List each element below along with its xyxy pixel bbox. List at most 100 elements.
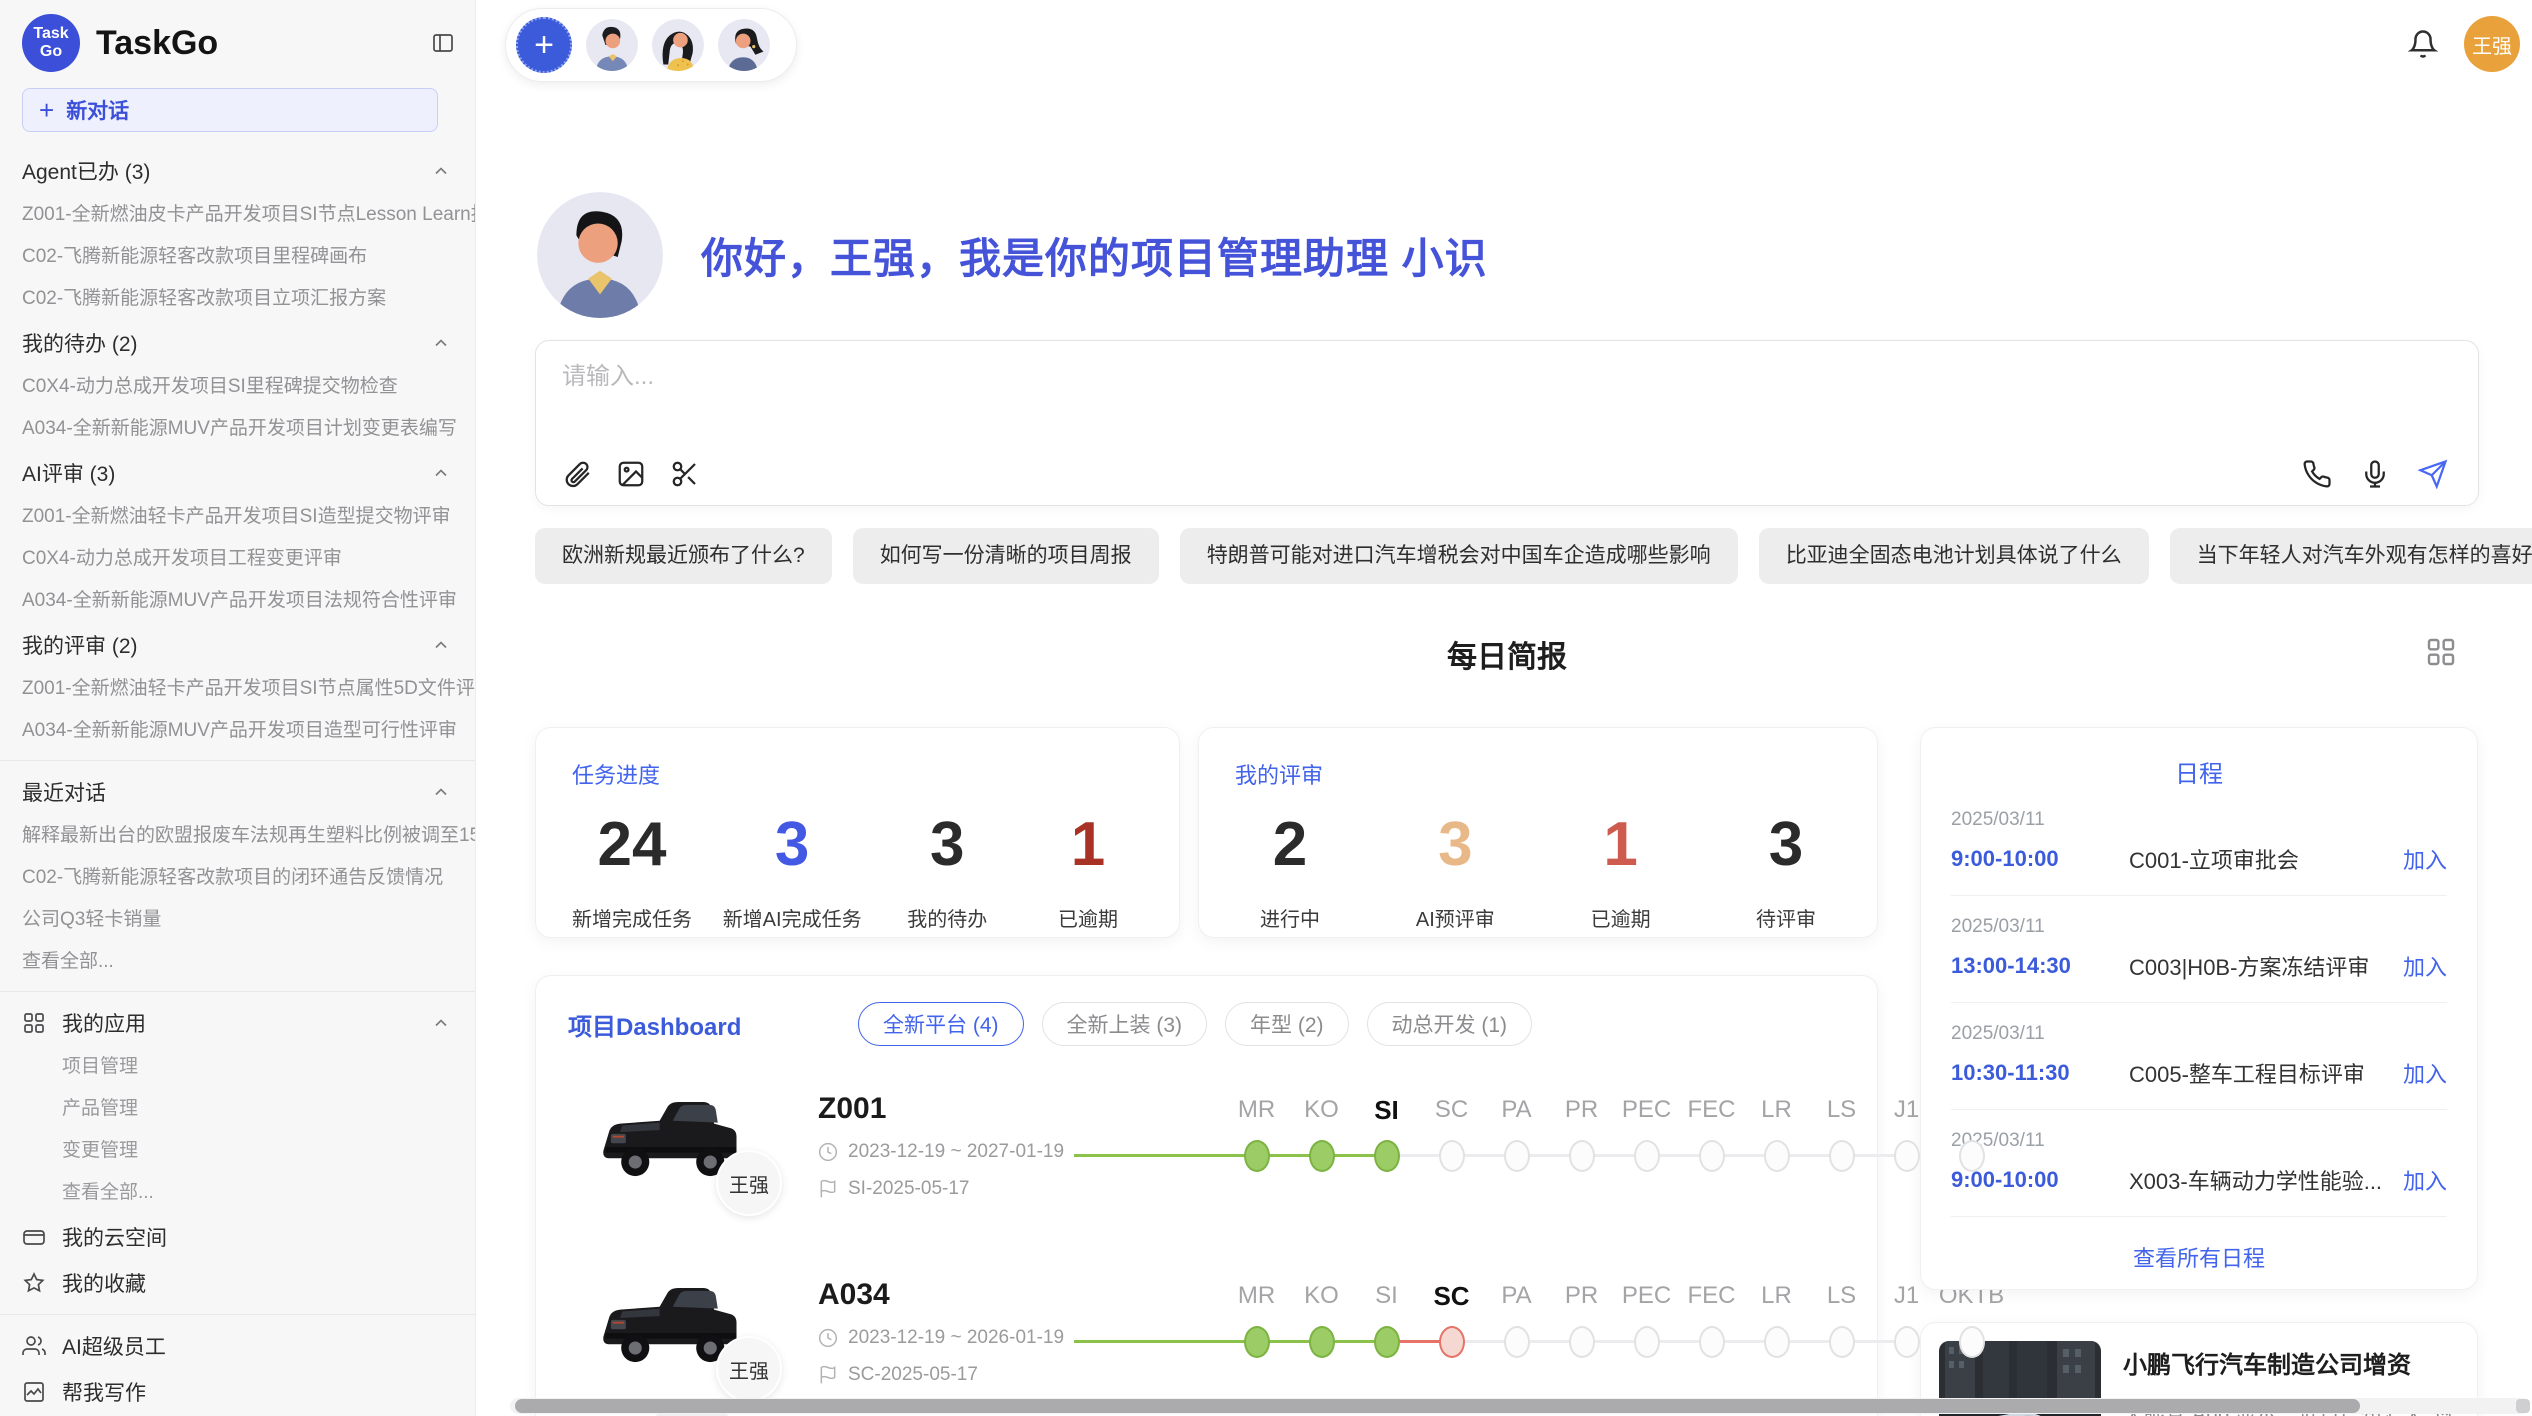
sidebar-item-ai-super-staff[interactable]: AI超级员工 <box>0 1323 475 1369</box>
milestone-dot[interactable] <box>1699 1326 1725 1358</box>
teammate-avatar[interactable] <box>718 19 770 71</box>
milestone-dot-overdue[interactable] <box>1439 1326 1465 1358</box>
milestone-dot[interactable] <box>1504 1140 1530 1172</box>
project-row-a034[interactable]: 王强 A034 2023-12-19 ~ 2026-01-19 SC-2025-… <box>568 1278 1877 1416</box>
milestone-dot[interactable] <box>1569 1326 1595 1358</box>
milestone-label-active: SC <box>1433 1280 1469 1312</box>
app-link-change-mgmt[interactable]: 变更管理 <box>0 1130 475 1172</box>
view-all-chats-link[interactable]: 查看全部... <box>0 941 475 983</box>
project-info: A034 2023-12-19 ~ 2026-01-19 SC-2025-05-… <box>818 1278 1074 1416</box>
sidebar-item-cloud-space[interactable]: 我的云空间 <box>0 1214 475 1260</box>
app-link-project-mgmt[interactable]: 项目管理 <box>0 1046 475 1088</box>
paperclip-icon[interactable] <box>562 459 592 489</box>
suggestion-chip[interactable]: 欧洲新规最近颁布了什么? <box>535 528 832 584</box>
list-item[interactable]: A034-全新新能源MUV产品开发项目造型可行性评审 <box>0 710 475 752</box>
milestone-dot[interactable] <box>1244 1326 1270 1358</box>
section-header-recent-chats[interactable]: 最近对话 <box>0 769 475 815</box>
milestone-dot[interactable] <box>1764 1326 1790 1358</box>
section-header-ai-review[interactable]: AI评审 (3) <box>0 450 475 496</box>
view-all-schedule-link[interactable]: 查看所有日程 <box>1951 1241 2447 1273</box>
section-header-agent-done[interactable]: Agent已办 (3) <box>0 148 475 194</box>
filter-tab-powertrain[interactable]: 动总开发 (1) <box>1367 1002 1533 1046</box>
milestone-dot[interactable] <box>1244 1140 1270 1172</box>
milestone-dot[interactable] <box>1634 1140 1660 1172</box>
milestone-dot[interactable] <box>1894 1326 1920 1358</box>
milestone-dot[interactable] <box>1634 1326 1660 1358</box>
list-item[interactable]: A034-全新新能源MUV产品开发项目计划变更表编写 <box>0 408 475 450</box>
sidebar-item-help-me-write[interactable]: 帮我写作 <box>0 1369 475 1415</box>
milestone-dot[interactable] <box>1959 1326 1985 1358</box>
suggestion-chip[interactable]: 特朗普可能对进口汽车增税会对中国车企造成哪些影响 <box>1180 528 1738 584</box>
stat: 3 我的待办 <box>892 812 1002 932</box>
list-item[interactable]: A034-全新新能源MUV产品开发项目法规符合性评审 <box>0 580 475 622</box>
recent-chat-item[interactable]: 解释最新出台的欧盟报废车法规再生塑料比例被调至15%... <box>0 815 475 857</box>
project-row-z001[interactable]: 王强 Z001 2023-12-19 ~ 2027-01-19 SI-2025-… <box>568 1092 1877 1232</box>
list-item[interactable]: Z001-全新燃油轻卡产品开发项目SI节点属性5D文件评审 <box>0 668 475 710</box>
event-date: 2025/03/11 <box>1951 1023 2447 1045</box>
join-link[interactable]: 加入 <box>2403 1057 2447 1089</box>
card-title[interactable]: 我的评审 <box>1235 758 1841 790</box>
scissors-icon[interactable] <box>670 459 700 489</box>
milestone-dot[interactable] <box>1829 1326 1855 1358</box>
list-item[interactable]: C0X4-动力总成开发项目工程变更评审 <box>0 538 475 580</box>
teammate-avatar[interactable] <box>586 19 638 71</box>
milestone-dot[interactable] <box>1764 1140 1790 1172</box>
join-link[interactable]: 加入 <box>2403 843 2447 875</box>
news-title[interactable]: 小鹏飞行汽车制造公司增资 <box>2123 1345 2453 1380</box>
filter-tab-model-year[interactable]: 年型 (2) <box>1225 1002 1349 1046</box>
milestone-dot[interactable] <box>1309 1140 1335 1172</box>
list-item[interactable]: C02-飞腾新能源轻客改款项目立项汇报方案 <box>0 278 475 320</box>
milestone-dot[interactable] <box>1699 1140 1725 1172</box>
microphone-icon[interactable] <box>2360 459 2390 489</box>
milestone-dot[interactable] <box>1309 1326 1335 1358</box>
join-link[interactable]: 加入 <box>2403 1164 2447 1196</box>
phone-icon[interactable] <box>2302 459 2332 489</box>
milestone-dot[interactable] <box>1374 1140 1400 1172</box>
milestone-dot[interactable] <box>1504 1326 1530 1358</box>
list-item[interactable]: Z001-全新燃油轻卡产品开发项目SI造型提交物评审 <box>0 496 475 538</box>
section-title: 最近对话 <box>22 777 431 807</box>
milestone-dot[interactable] <box>1959 1140 1985 1172</box>
image-icon[interactable] <box>616 459 646 489</box>
filter-tab-platform[interactable]: 全新平台 (4) <box>858 1002 1024 1046</box>
notifications-bell-icon[interactable] <box>2408 29 2438 59</box>
suggestion-chip[interactable]: 当下年轻人对汽车外观有怎样的喜好趋势 <box>2170 528 2532 584</box>
section-title: AI评审 (3) <box>22 458 431 488</box>
milestone-dot[interactable] <box>1374 1326 1400 1358</box>
composer-attachments <box>562 459 700 489</box>
sidebar-item-favorites[interactable]: 我的收藏 <box>0 1260 475 1306</box>
milestone-label: PA <box>1501 1094 1531 1126</box>
add-member-button[interactable]: + <box>516 17 572 73</box>
milestone-dot[interactable] <box>1439 1140 1465 1172</box>
milestone-dot[interactable] <box>1894 1140 1920 1172</box>
recent-chat-item[interactable]: 公司Q3轻卡销量 <box>0 899 475 941</box>
user-avatar[interactable]: 王强 <box>2464 16 2520 72</box>
new-chat-button[interactable]: + 新对话 <box>22 88 438 132</box>
avatar-illustration <box>718 19 770 71</box>
stat-label: 待评审 <box>1731 903 1841 932</box>
view-all-apps-link[interactable]: 查看全部... <box>0 1172 475 1214</box>
chat-input[interactable] <box>562 363 2162 391</box>
horizontal-scrollbar-thumb[interactable] <box>515 1399 2360 1413</box>
list-item[interactable]: C02-飞腾新能源轻客改款项目里程碑画布 <box>0 236 475 278</box>
sidebar-collapse-button[interactable] <box>431 31 455 55</box>
section-header-my-review[interactable]: 我的评审 (2) <box>0 622 475 668</box>
milestone-dot[interactable] <box>1829 1140 1855 1172</box>
list-item[interactable]: C0X4-动力总成开发项目SI里程碑提交物检查 <box>0 366 475 408</box>
list-item[interactable]: Z001-全新燃油皮卡产品开发项目SI节点Lesson Learn报告 <box>0 194 475 236</box>
teammate-avatar[interactable] <box>652 19 704 71</box>
card-title[interactable]: 任务进度 <box>572 758 1143 790</box>
app-link-product-mgmt[interactable]: 产品管理 <box>0 1088 475 1130</box>
send-icon[interactable] <box>2418 459 2448 489</box>
recent-chat-item[interactable]: C02-飞腾新能源轻客改款项目的闭环通告反馈情况 <box>0 857 475 899</box>
sidebar-item-my-apps[interactable]: 我的应用 <box>0 1000 475 1046</box>
milestone: SC <box>1419 1280 1484 1416</box>
suggestion-chip[interactable]: 如何写一份清晰的项目周报 <box>853 528 1159 584</box>
section-header-my-todo[interactable]: 我的待办 (2) <box>0 320 475 366</box>
milestone-dot[interactable] <box>1569 1140 1595 1172</box>
filter-tab-upfit[interactable]: 全新上装 (3) <box>1042 1002 1208 1046</box>
suggestion-chip[interactable]: 比亚迪全固态电池计划具体说了什么 <box>1759 528 2149 584</box>
dashboard-title[interactable]: 项目Dashboard <box>568 1007 858 1042</box>
join-link[interactable]: 加入 <box>2403 950 2447 982</box>
layout-grid-icon[interactable] <box>2425 636 2457 668</box>
